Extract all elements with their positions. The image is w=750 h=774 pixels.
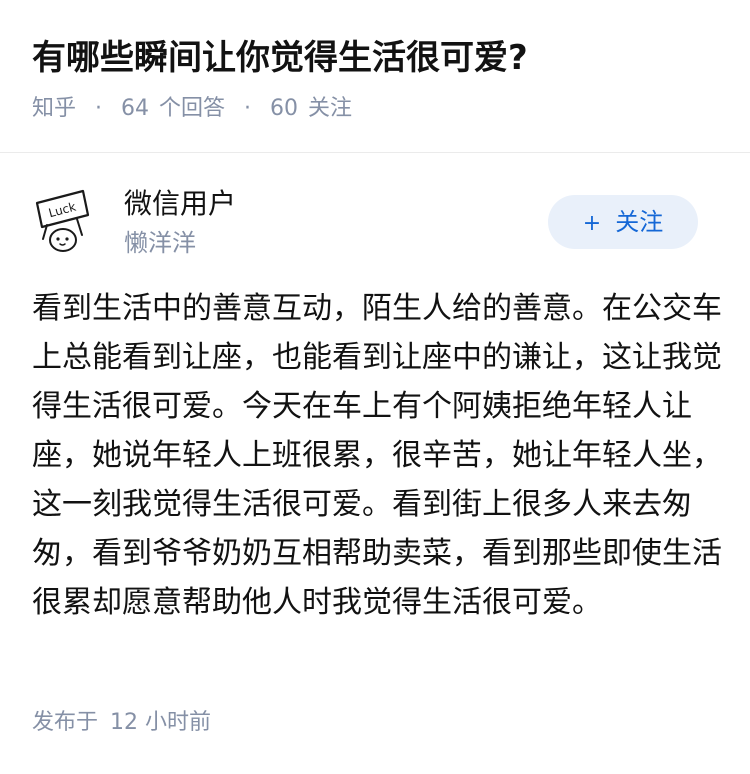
follower-count: 60 (270, 96, 299, 121)
follow-button-label: 关注 (615, 208, 664, 236)
source-label[interactable]: 知乎 (32, 96, 76, 121)
meta-separator: · (244, 96, 252, 121)
publish-time: 发布于 12 小时前 (32, 706, 211, 740)
publish-time-value: 12 小时前 (110, 710, 212, 735)
answer-count-label: 个回答 (159, 96, 226, 121)
follower-count-label: 关注 (308, 96, 353, 121)
luck-sign-avatar-icon: Luck (35, 189, 90, 252)
plus-icon: + (582, 211, 602, 236)
author-info: Luck 微信用户 懒洋洋 + 关注 (0, 153, 750, 273)
author-bio: 懒洋洋 (124, 229, 196, 257)
follow-button[interactable]: + 关注 (548, 195, 698, 249)
author-name[interactable]: 微信用户 (124, 185, 236, 223)
avatar[interactable]: Luck (33, 185, 93, 255)
answer-content: 看到生活中的善意互动，陌生人给的善意。在公交车上总能看到让座，也能看到让座中的谦… (32, 291, 722, 620)
question-title[interactable]: 有哪些瞬间让你觉得生活很可爱? (32, 34, 528, 82)
answer-count: 64 (121, 96, 150, 121)
question-header: 有哪些瞬间让你觉得生活很可爱? 知乎 · 64 个回答 · 60 关注 (0, 0, 750, 153)
publish-label: 发布于 (32, 710, 99, 735)
question-meta: 知乎 · 64 个回答 · 60 关注 (32, 93, 352, 125)
meta-separator: · (95, 96, 103, 121)
